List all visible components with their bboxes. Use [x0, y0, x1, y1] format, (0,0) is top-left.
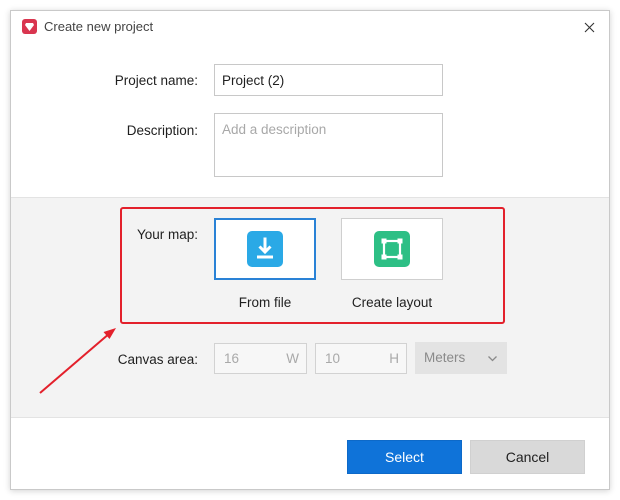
- canvas-width-value: 16: [224, 351, 240, 366]
- app-logo-icon: [22, 19, 37, 34]
- project-name-label: Project name:: [114, 73, 198, 88]
- from-file-option[interactable]: [214, 218, 316, 280]
- create-layout-option[interactable]: [341, 218, 443, 280]
- layout-frame-icon: [374, 231, 410, 267]
- screenshot-stage: Create new project Project name: Descrip…: [0, 0, 620, 500]
- description-label: Description:: [126, 123, 198, 138]
- units-selected-value: Meters: [424, 350, 466, 365]
- project-name-input[interactable]: [214, 64, 443, 96]
- title-bar: Create new project: [11, 11, 609, 43]
- canvas-height-field[interactable]: 10 H: [315, 343, 407, 374]
- cancel-button[interactable]: Cancel: [470, 440, 585, 474]
- download-icon: [247, 231, 283, 267]
- close-icon: [584, 22, 594, 32]
- canvas-area-label: Canvas area:: [117, 352, 198, 367]
- chevron-down-icon: [487, 352, 498, 367]
- window-title: Create new project: [44, 19, 154, 34]
- create-layout-caption: Create layout: [351, 295, 433, 310]
- from-file-caption: From file: [238, 295, 292, 310]
- description-textarea[interactable]: [214, 113, 443, 177]
- canvas-height-value: 10: [325, 351, 341, 366]
- select-button[interactable]: Select: [347, 440, 462, 474]
- canvas-width-field[interactable]: 16 W: [214, 343, 307, 374]
- close-button[interactable]: [579, 17, 599, 37]
- your-map-label: Your map:: [136, 227, 198, 242]
- canvas-width-unit: W: [286, 351, 299, 366]
- create-project-dialog: Create new project Project name: Descrip…: [10, 10, 610, 490]
- canvas-height-unit: H: [389, 351, 399, 366]
- units-dropdown[interactable]: Meters: [415, 342, 507, 374]
